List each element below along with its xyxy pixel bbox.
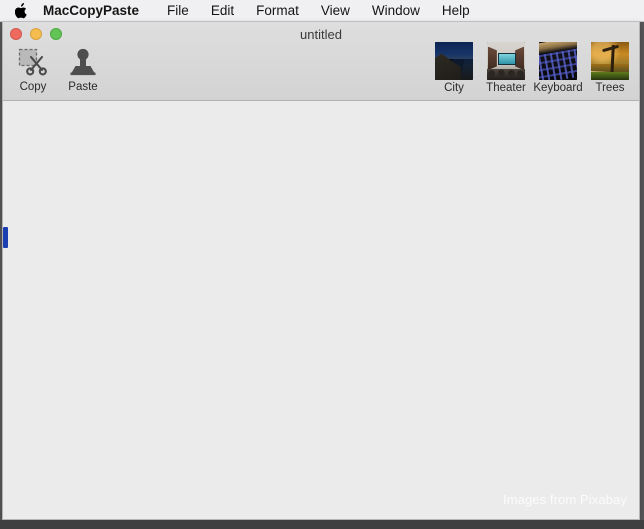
thumbnail-label-city: City [444,82,464,94]
menu-item-help[interactable]: Help [431,0,481,22]
city-thumbnail [435,42,473,80]
menu-item-view[interactable]: View [310,0,361,22]
window-title-bar[interactable]: untitled Copy Paste City Theater Keyboar… [3,22,639,101]
toolbar-image-thumbnails: City Theater Keyboard Trees [431,42,633,95]
application-window: untitled Copy Paste City Theater Keyboar… [2,22,640,520]
menu-item-edit[interactable]: Edit [200,0,245,22]
minimize-button[interactable] [30,28,42,40]
document-canvas[interactable]: Images from Pixabay [3,101,639,519]
menu-item-window[interactable]: Window [361,0,431,22]
window-title: untitled [300,27,342,42]
menu-item-format[interactable]: Format [245,0,310,22]
scrollbar-thumb[interactable] [3,227,8,248]
theater-thumbnail [487,42,525,80]
copy-button-label: Copy [19,81,47,93]
copy-button[interactable]: Copy [11,44,55,94]
desktop-background: MacCopyPaste File Edit Format View Windo… [0,0,644,529]
dock-strip [0,520,644,529]
menu-item-file[interactable]: File [156,0,200,22]
scissors-icon [17,44,49,80]
attribution-watermark: Images from Pixabay [502,492,627,507]
paste-button-label: Paste [68,81,98,93]
thumbnail-label-trees: Trees [595,82,625,94]
menu-app-name[interactable]: MacCopyPaste [43,0,156,22]
stamp-icon [67,44,99,80]
paste-button[interactable]: Paste [61,44,105,94]
mac-menu-bar: MacCopyPaste File Edit Format View Windo… [0,0,644,22]
vertical-scrollbar[interactable] [3,101,8,519]
thumbnail-button-keyboard[interactable]: Keyboard [533,42,583,95]
maximize-button[interactable] [50,28,62,40]
thumbnail-label-keyboard: Keyboard [533,82,583,94]
thumbnail-button-trees[interactable]: Trees [587,42,633,95]
keyboard-thumbnail [539,42,577,80]
toolbar-actions: Copy Paste [11,44,105,94]
close-button[interactable] [10,28,22,40]
trees-thumbnail [591,42,629,80]
window-controls [10,28,62,40]
thumbnail-button-city[interactable]: City [431,42,477,95]
apple-logo-icon[interactable] [14,2,29,19]
thumbnail-label-theater: Theater [486,82,526,94]
thumbnail-button-theater[interactable]: Theater [483,42,529,95]
